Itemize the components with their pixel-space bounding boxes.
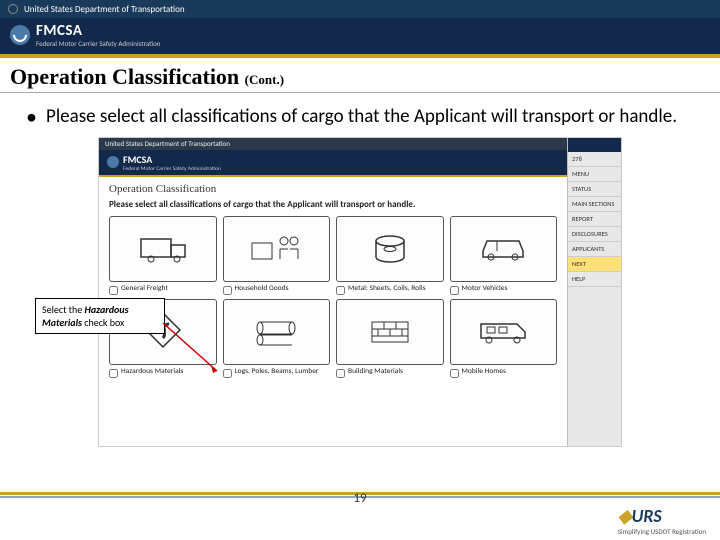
sidebar-item[interactable]: REPORT	[568, 212, 621, 227]
cargo-checkbox-row[interactable]: Metal: Sheets, Coils, Rolls	[336, 285, 444, 295]
cargo-option: Building Materials	[336, 299, 444, 378]
fmcsa-subtitle: Federal Motor Carrier Safety Administrat…	[36, 39, 160, 48]
cargo-label: General Freight	[121, 285, 168, 293]
sidebar-item[interactable]: DISCLOSURES	[568, 227, 621, 242]
cargo-checkbox-row[interactable]: Hazardous Materials	[109, 368, 217, 378]
cargo-checkbox-row[interactable]: Household Goods	[223, 285, 331, 295]
rv-icon	[450, 299, 558, 365]
ss-instruction: Please select all classifications of car…	[109, 199, 557, 210]
dept-name: United States Department of Transportati…	[24, 4, 185, 15]
embedded-screenshot: United States Department of Transportati…	[98, 137, 622, 447]
cargo-label: Logs, Poles, Beams, Lumber	[235, 368, 319, 376]
car-icon	[450, 216, 558, 282]
cargo-option: Logs, Poles, Beams, Lumber	[223, 299, 331, 378]
ss-topbar: United States Department of Transportati…	[99, 138, 567, 150]
cargo-checkbox[interactable]	[223, 369, 232, 378]
cargo-checkbox-row[interactable]: Mobile Homes	[450, 368, 558, 378]
cargo-checkbox-row[interactable]: Motor Vehicles	[450, 285, 558, 295]
house-icon	[223, 216, 331, 282]
ss-section-title: Operation Classification	[109, 183, 557, 195]
fmcsa-title: FMCSA	[36, 22, 160, 40]
sidebar-item[interactable]: 278	[568, 152, 621, 167]
sidebar-item-active[interactable]: NEXT	[568, 257, 621, 272]
cargo-checkbox[interactable]	[336, 286, 345, 295]
cargo-checkbox[interactable]	[109, 369, 118, 378]
fmcsa-logo-icon	[10, 25, 30, 45]
ss-sidebar: 278MENUSTATUSMAIN SECTIONSREPORTDISCLOSU…	[567, 138, 621, 446]
ss-header: FMCSA Federal Motor Carrier Safety Admin…	[99, 150, 567, 177]
cargo-label: Motor Vehicles	[462, 285, 508, 293]
urs-logo: ◆URS Simplifying USDOT Registration	[618, 505, 706, 536]
sidebar-item[interactable]: STATUS	[568, 182, 621, 197]
bricks-icon	[336, 299, 444, 365]
slide-title: Operation Classification (Cont.)	[0, 58, 720, 93]
fmcsa-header: FMCSA Federal Motor Carrier Safety Admin…	[0, 18, 720, 58]
cargo-checkbox[interactable]	[450, 369, 459, 378]
instruction-bullet: Please select all classifications of car…	[0, 93, 720, 137]
cargo-checkbox[interactable]	[109, 286, 118, 295]
cargo-checkbox[interactable]	[223, 286, 232, 295]
cargo-checkbox[interactable]	[336, 369, 345, 378]
truck-icon	[109, 216, 217, 282]
cargo-grid: General Freight Household Goods Metal: S…	[109, 216, 557, 378]
cargo-option: Household Goods	[223, 216, 331, 295]
logs-icon	[223, 299, 331, 365]
sidebar-item[interactable]: MAIN SECTIONS	[568, 197, 621, 212]
cargo-label: Metal: Sheets, Coils, Rolls	[348, 285, 426, 293]
sidebar-item[interactable]: MENU	[568, 167, 621, 182]
page-number: 19	[0, 491, 720, 506]
cargo-option: Motor Vehicles	[450, 216, 558, 295]
cargo-option: General Freight	[109, 216, 217, 295]
cargo-checkbox-row[interactable]: Building Materials	[336, 368, 444, 378]
dot-seal-icon	[8, 4, 18, 14]
cargo-checkbox[interactable]	[450, 286, 459, 295]
cargo-label: Hazardous Materials	[121, 368, 183, 376]
cargo-option: Metal: Sheets, Coils, Rolls	[336, 216, 444, 295]
cargo-checkbox-row[interactable]: Logs, Poles, Beams, Lumber	[223, 368, 331, 378]
ss-logo-icon	[107, 156, 119, 168]
cargo-label: Mobile Homes	[462, 368, 506, 376]
slide-footer: 19 ◆URS Simplifying USDOT Registration	[0, 492, 720, 540]
sidebar-item[interactable]: HELP	[568, 272, 621, 287]
dept-topbar: United States Department of Transportati…	[0, 0, 720, 18]
cargo-checkbox-row[interactable]: General Freight	[109, 285, 217, 295]
cargo-option: Mobile Homes	[450, 299, 558, 378]
coil-icon	[336, 216, 444, 282]
callout-box: Select the Hazardous Materials check box	[35, 298, 165, 334]
sidebar-item[interactable]: APPLICANTS	[568, 242, 621, 257]
cargo-label: Household Goods	[235, 285, 289, 293]
cargo-label: Building Materials	[348, 368, 403, 376]
